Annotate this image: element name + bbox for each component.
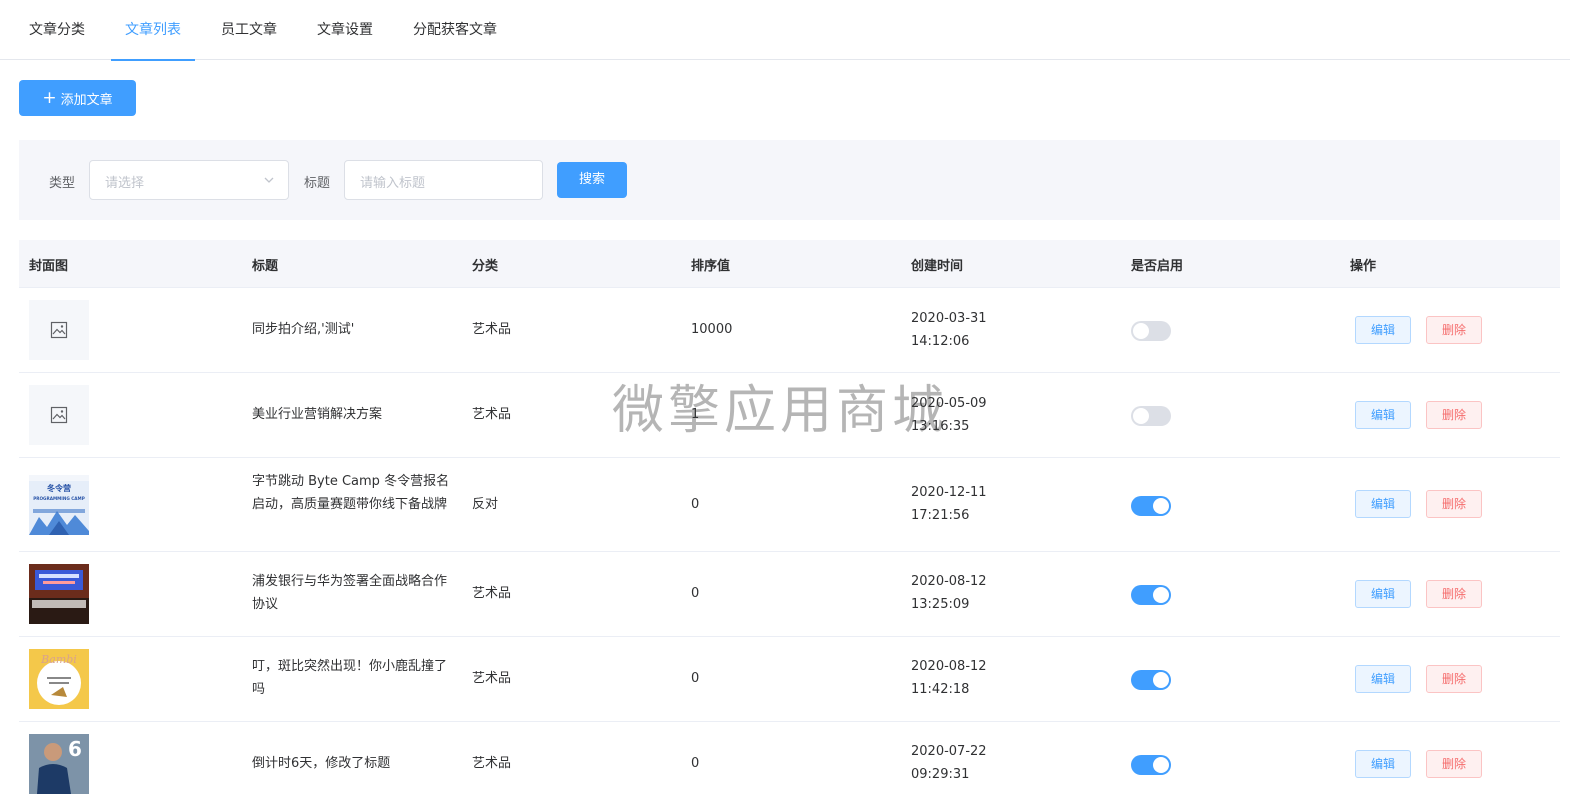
cover-thumbnail: 6 [29,734,89,794]
image-placeholder-icon [29,300,89,360]
type-label: 类型 [49,176,76,191]
column-enabled: 是否启用 [1131,259,1184,274]
row-sort: 0 [691,671,700,686]
enabled-toggle[interactable] [1131,406,1171,426]
enabled-toggle[interactable] [1131,670,1171,690]
toggle-knob [1153,757,1169,773]
row-date: 2020-08-12 [911,659,987,674]
tab-article-category[interactable]: 文章分类 [29,0,85,60]
column-category: 分类 [472,259,499,274]
type-select[interactable]: 请选择 [89,160,289,200]
delete-button[interactable]: 删除 [1426,316,1482,344]
column-actions: 操作 [1350,259,1377,274]
edit-button[interactable]: 编辑 [1355,490,1411,518]
enabled-toggle[interactable] [1131,496,1171,516]
column-title: 标题 [252,259,279,274]
tab-bar: 文章分类 文章列表 员工文章 文章设置 分配获客文章 [0,0,1570,61]
image-placeholder-icon [29,385,89,445]
toggle-knob [1153,587,1169,603]
thumb-title: 冬令营 [47,483,71,493]
row-category: 艺术品 [472,322,512,337]
row-title: 字节跳动 Byte Camp 冬令营报名启动，高质量赛题带你线下备战牌 [252,474,450,512]
toggle-knob [1153,672,1169,688]
row-sort: 1 [691,407,700,422]
row-date: 2020-07-22 [911,744,987,759]
tab-staff-articles[interactable]: 员工文章 [221,0,277,60]
add-article-button[interactable]: + 添加文章 [19,80,136,116]
thumb-brand: Bambi [40,653,77,666]
table-header: 封面图 标题 分类 排序值 创建时间 是否启用 操作 [19,240,1560,288]
table-row: 浦发银行与华为签署全面战略合作协议 艺术品 0 2020-08-12 13:25… [19,552,1560,637]
row-time: 14:12:06 [911,334,970,349]
enabled-toggle[interactable] [1131,585,1171,605]
edit-button[interactable]: 编辑 [1355,580,1411,608]
toggle-knob [1133,408,1149,424]
delete-button[interactable]: 删除 [1426,580,1482,608]
row-category: 艺术品 [472,586,512,601]
row-time: 09:29:31 [911,767,970,782]
edit-button[interactable]: 编辑 [1355,316,1411,344]
toggle-knob [1133,323,1149,339]
delete-button[interactable]: 删除 [1426,750,1482,778]
edit-button[interactable]: 编辑 [1355,750,1411,778]
row-category: 反对 [472,497,499,512]
plus-icon: + [42,87,57,108]
filter-bar: 类型 请选择 标题 请输入标题 搜索 [19,140,1560,220]
row-time: 17:21:56 [911,508,970,523]
chevron-down-icon [264,177,274,183]
toggle-knob [1153,498,1169,514]
thumb-number: 6 [68,737,82,761]
title-input-placeholder: 请输入标题 [360,176,426,191]
search-button[interactable]: 搜索 [557,162,627,198]
title-label: 标题 [304,176,331,191]
row-time: 13:25:09 [911,597,970,612]
row-title: 同步拍介绍,'测试' [252,322,355,337]
table-row: 同步拍介绍,'测试' 艺术品 10000 2020-03-31 14:12:06… [19,288,1560,373]
edit-button[interactable]: 编辑 [1355,401,1411,429]
type-select-placeholder: 请选择 [105,176,145,191]
row-time: 11:42:18 [911,682,970,697]
row-date: 2020-12-11 [911,485,987,500]
table-row: Bambi 叮，斑比突然出现！你小鹿乱撞了吗 艺术品 0 2020-08-12 … [19,637,1560,722]
row-sort: 0 [691,586,700,601]
tab-article-list[interactable]: 文章列表 [111,0,195,61]
add-article-label: 添加文章 [60,92,113,108]
row-sort: 0 [691,756,700,771]
row-category: 艺术品 [472,407,512,422]
row-category: 艺术品 [472,756,512,771]
edit-button[interactable]: 编辑 [1355,665,1411,693]
enabled-toggle[interactable] [1131,755,1171,775]
row-date: 2020-03-31 [911,311,987,326]
row-date: 2020-05-09 [911,396,987,411]
row-date: 2020-08-12 [911,574,987,589]
row-title: 叮，斑比突然出现！你小鹿乱撞了吗 [252,659,448,697]
delete-button[interactable]: 删除 [1426,665,1482,693]
cover-thumbnail [29,564,89,624]
delete-button[interactable]: 删除 [1426,401,1482,429]
delete-button[interactable]: 删除 [1426,490,1482,518]
thumb-subtitle: PROGRAMMING CAMP [33,496,85,501]
cover-thumbnail: Bambi [29,649,89,709]
row-time: 13:16:35 [911,419,970,434]
table-row: 美业行业营销解决方案 艺术品 1 2020-05-09 13:16:35 编辑 … [19,373,1560,458]
row-title: 美业行业营销解决方案 [252,407,383,422]
enabled-toggle[interactable] [1131,321,1171,341]
column-created: 创建时间 [911,259,964,274]
column-sort: 排序值 [691,259,731,274]
row-title: 浦发银行与华为签署全面战略合作协议 [252,574,448,612]
table-row: 冬令营 PROGRAMMING CAMP 字节跳动 Byte Camp 冬令营报… [19,458,1560,552]
row-title: 倒计时6天，修改了标题 [252,756,391,771]
tab-assign-articles[interactable]: 分配获客文章 [413,0,497,60]
tab-article-settings[interactable]: 文章设置 [317,0,373,60]
row-sort: 0 [691,497,700,512]
row-category: 艺术品 [472,671,512,686]
table-row: 6 倒计时6天，修改了标题 艺术品 0 2020-07-22 09:29:31 … [19,722,1560,806]
title-input[interactable]: 请输入标题 [344,160,543,200]
cover-thumbnail: 冬令营 PROGRAMMING CAMP [29,475,89,535]
row-sort: 10000 [691,322,733,337]
column-cover: 封面图 [29,259,69,274]
